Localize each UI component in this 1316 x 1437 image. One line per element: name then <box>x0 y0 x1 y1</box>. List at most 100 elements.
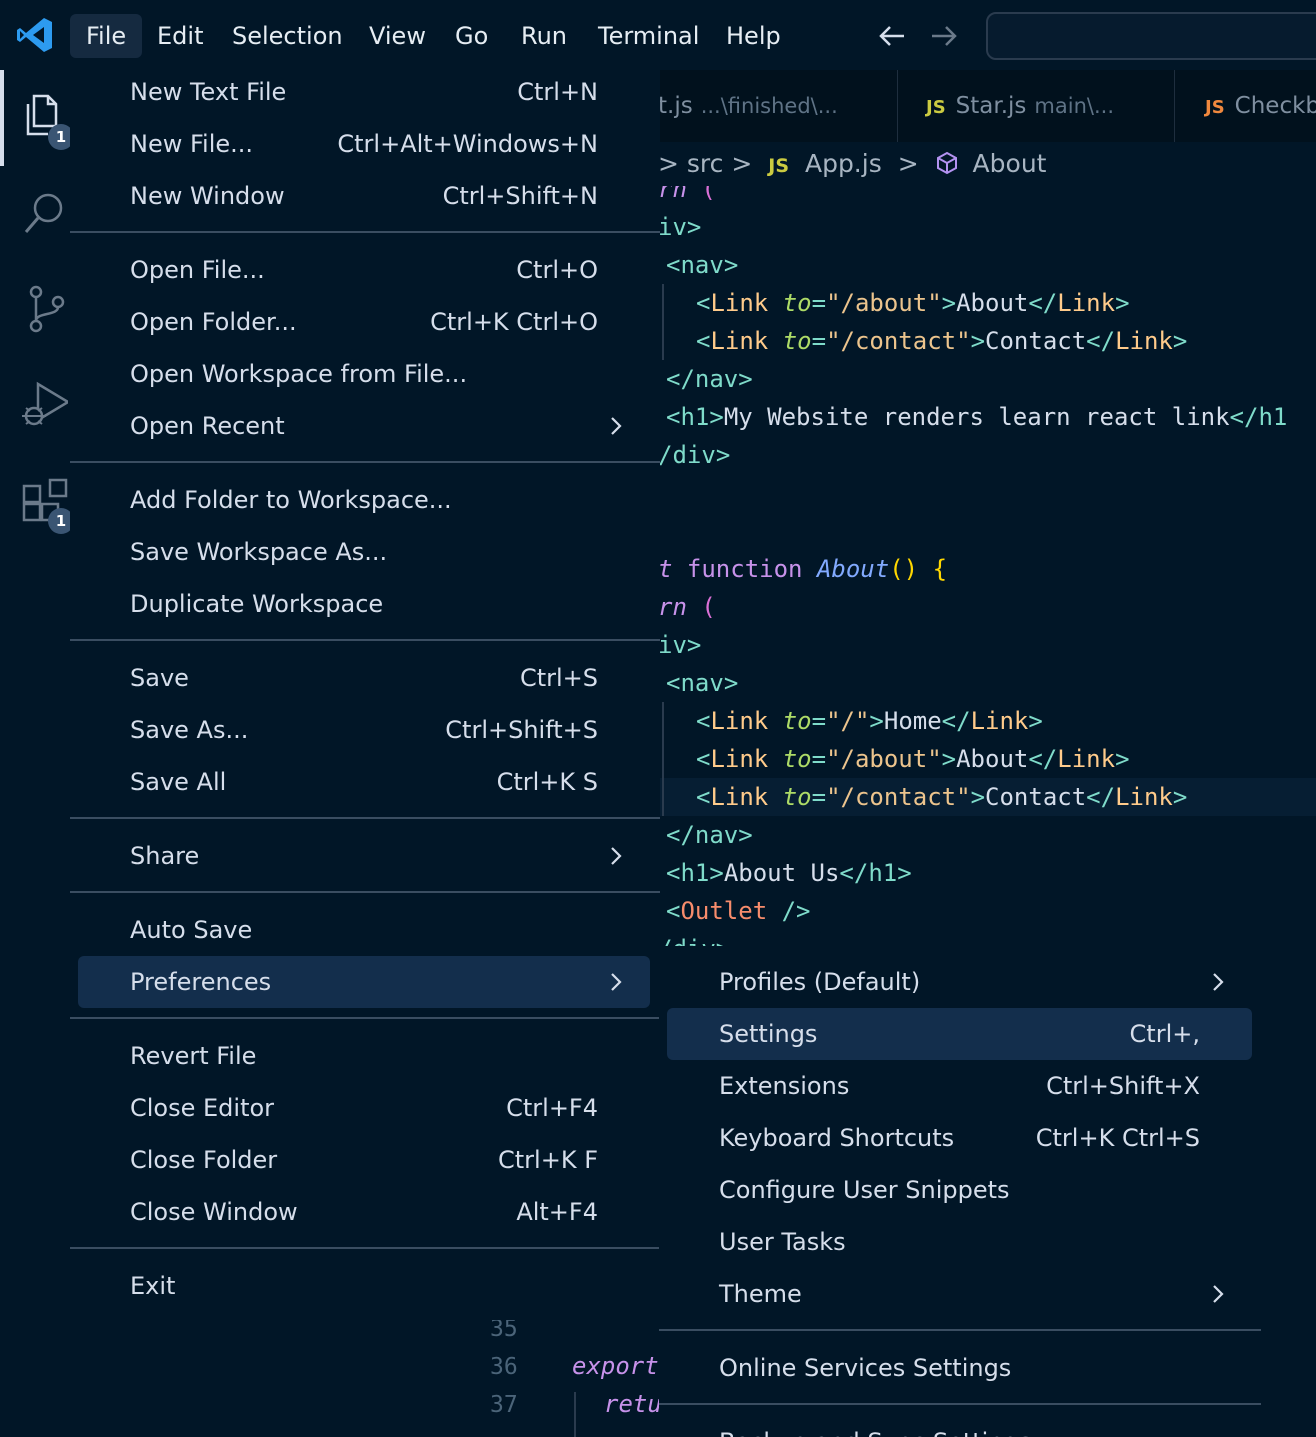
menu-terminal[interactable]: Terminal <box>582 14 715 58</box>
menu-close-editor[interactable]: Close Editor Ctrl+F4 <box>78 1082 650 1134</box>
menu-user-snippets[interactable]: Configure User Snippets <box>667 1164 1252 1216</box>
code-line: </nav> <box>666 821 753 849</box>
js-file-icon: JS <box>768 155 790 177</box>
chevron-right-icon <box>1213 973 1224 991</box>
breadcrumb: > src > JS App.js > About <box>658 142 1316 186</box>
menu-save-all[interactable]: Save All Ctrl+K S <box>78 756 650 808</box>
breadcrumb-symbol[interactable]: About <box>973 149 1047 178</box>
code-line: <Link to="/about">About</Link> <box>696 745 1130 773</box>
tab-desc: ...\finished\... <box>700 94 838 118</box>
menu-open-folder[interactable]: Open Folder... Ctrl+K Ctrl+O <box>78 296 650 348</box>
menu-view[interactable]: View <box>353 14 442 58</box>
code-line: /div> <box>658 441 731 469</box>
menu-close-folder[interactable]: Close Folder Ctrl+K F <box>78 1134 650 1186</box>
menu-theme[interactable]: Theme <box>667 1268 1252 1320</box>
editor-tabs: t.js ...\finished\... JS Star.js main\... J… <box>658 70 1316 142</box>
menu-close-window[interactable]: Close Window Alt+F4 <box>78 1186 650 1238</box>
menu-revert-file[interactable]: Revert File <box>78 1030 650 1082</box>
code-line: <h1>My Website renders learn react link<… <box>666 403 1288 431</box>
menu-user-tasks[interactable]: User Tasks <box>667 1216 1252 1268</box>
menu-online-services[interactable]: Online Services Settings <box>667 1342 1252 1394</box>
menu-keyboard-shortcuts[interactable]: Keyboard Shortcuts Ctrl+K Ctrl+S <box>667 1112 1252 1164</box>
code-line: rn ( <box>658 186 716 203</box>
search-icon[interactable] <box>18 188 68 238</box>
source-control-icon[interactable] <box>18 284 68 334</box>
code-line: <Link to="/contact">Contact</Link> <box>696 327 1188 355</box>
file-menu: New Text File Ctrl+N New File... Ctrl+Alt+… <box>70 70 660 1320</box>
menu-settings[interactable]: Settings Ctrl+, <box>667 1008 1252 1060</box>
tab-checkbox-js[interactable]: JS Checkb <box>1175 70 1316 142</box>
menu-save[interactable]: Save Ctrl+S <box>78 652 650 704</box>
code-line: iv> <box>658 631 702 659</box>
menu-open-file[interactable]: Open File... Ctrl+O <box>78 244 650 296</box>
chevron-right-icon <box>611 973 622 991</box>
menu-add-folder[interactable]: Add Folder to Workspace... <box>78 474 650 526</box>
code-fragment: retu <box>604 1390 660 1418</box>
menu-separator <box>659 1329 1261 1331</box>
tab-star-js[interactable]: JS Star.js main\... <box>898 70 1175 142</box>
code-line: <nav> <box>666 669 739 697</box>
vscode-logo-icon[interactable] <box>16 16 54 54</box>
code-line: /div> <box>658 930 730 946</box>
breadcrumb-sep: > <box>897 149 919 178</box>
code-line: <Outlet /> <box>666 897 811 925</box>
code-line: </nav> <box>666 365 753 393</box>
chevron-right-icon <box>611 417 622 435</box>
breadcrumb-lead[interactable]: > src > <box>658 149 752 178</box>
menu-separator <box>659 1403 1261 1405</box>
js-file-icon: JS <box>1205 97 1225 118</box>
menu-go[interactable]: Go <box>439 14 504 58</box>
tab-label: Star.js <box>955 93 1027 119</box>
tab-test-js[interactable]: t.js ...\finished\... <box>658 70 898 142</box>
indent-guide <box>662 702 664 816</box>
breadcrumb-file[interactable]: App.js <box>805 149 882 178</box>
code-line: <Link to="/">Home</Link> <box>696 707 1043 735</box>
arrow-left-icon[interactable] <box>876 20 908 52</box>
menu-separator <box>70 817 660 819</box>
chevron-right-icon <box>1213 1285 1224 1303</box>
menu-run[interactable]: Run <box>505 14 583 58</box>
code-editor[interactable]: rn ( iv> <nav> <Link to="/about">About</… <box>658 186 1316 946</box>
code-line: <h1>About Us</h1> <box>666 859 912 887</box>
menu-selection[interactable]: Selection <box>216 14 359 58</box>
menu-help[interactable]: Help <box>710 14 797 58</box>
menu-save-workspace-as[interactable]: Save Workspace As... <box>78 526 650 578</box>
menu-auto-save[interactable]: Auto Save <box>78 904 650 956</box>
menu-exit[interactable]: Exit <box>78 1260 650 1312</box>
menu-new-window[interactable]: New Window Ctrl+Shift+N <box>78 170 650 222</box>
code-line: <nav> <box>666 251 739 279</box>
menu-separator <box>70 1247 660 1249</box>
code-line: iv> <box>658 213 702 241</box>
menu-extensions[interactable]: Extensions Ctrl+Shift+X <box>667 1060 1252 1112</box>
menu-new-text-file[interactable]: New Text File Ctrl+N <box>78 66 650 118</box>
menu-preferences[interactable]: Preferences <box>78 956 650 1008</box>
indent-guide <box>662 284 664 360</box>
menu-new-file[interactable]: New File... Ctrl+Alt+Windows+N <box>78 118 650 170</box>
menu-separator <box>70 639 660 641</box>
active-indicator <box>0 70 4 166</box>
menu-separator <box>70 231 660 233</box>
tab-desc: main\... <box>1034 94 1114 118</box>
command-center-search[interactable] <box>986 12 1316 60</box>
menu-profiles[interactable]: Profiles (Default) <box>667 956 1252 1008</box>
menu-open-workspace[interactable]: Open Workspace from File... <box>78 348 650 400</box>
title-bar: File Edit Selection View Go Run Terminal… <box>0 0 1316 70</box>
code-line-current: <Link to="/contact">Contact</Link> <box>658 778 1316 816</box>
menu-file[interactable]: File <box>70 14 143 58</box>
tab-label: Checkb <box>1234 93 1316 119</box>
run-debug-icon[interactable] <box>18 380 68 430</box>
indent-guide <box>574 1392 576 1437</box>
js-file-icon: JS <box>926 97 946 118</box>
menu-backup-sync[interactable]: Backup and Sync Settings... <box>667 1416 1252 1437</box>
code-line: rn ( <box>658 593 716 621</box>
menu-open-recent[interactable]: Open Recent <box>78 400 650 452</box>
menu-edit[interactable]: Edit <box>141 14 219 58</box>
menu-separator <box>70 1017 660 1019</box>
menu-share[interactable]: Share <box>78 830 650 882</box>
menu-duplicate-workspace[interactable]: Duplicate Workspace <box>78 578 650 630</box>
code-line: t function About() { <box>658 555 948 583</box>
menu-separator <box>70 461 660 463</box>
arrow-right-icon[interactable] <box>928 20 960 52</box>
chevron-right-icon <box>611 847 622 865</box>
menu-save-as[interactable]: Save As... Ctrl+Shift+S <box>78 704 650 756</box>
